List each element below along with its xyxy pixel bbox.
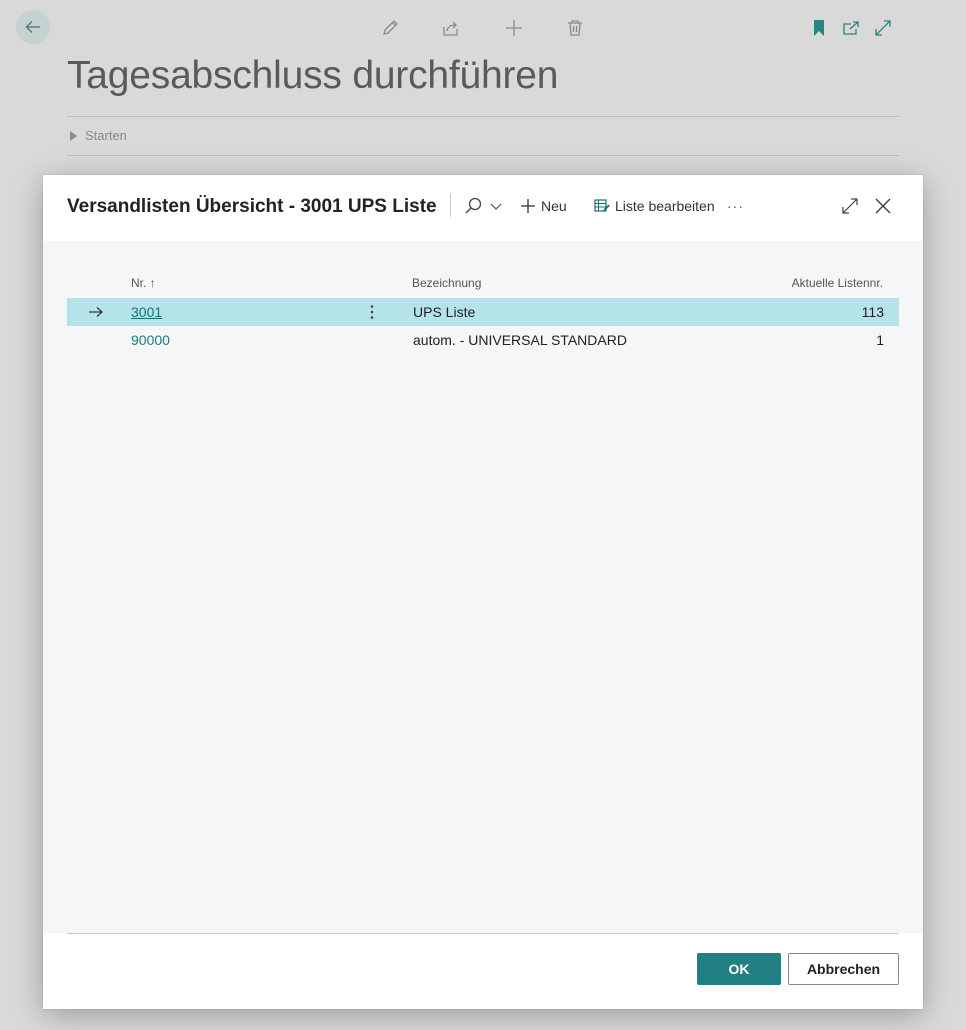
open-new-window-icon[interactable] — [841, 18, 861, 38]
divider — [67, 116, 899, 117]
arrow-right-icon — [89, 307, 103, 317]
edit-list-label: Liste bearbeiten — [615, 198, 715, 214]
cancel-button[interactable]: Abbrechen — [788, 953, 899, 985]
section-label: Starten — [85, 128, 127, 143]
sort-ascending-icon: ↑ — [149, 276, 156, 290]
table-row[interactable]: 3001 UPS Liste 113 — [67, 298, 899, 326]
row-description: UPS Liste — [413, 304, 476, 320]
search-icon — [465, 197, 482, 214]
row-nr-link[interactable]: 90000 — [131, 332, 170, 348]
row-current-list-no: 1 — [876, 332, 884, 348]
row-description: autom. - UNIVERSAL STANDARD — [413, 332, 627, 348]
search-button[interactable] — [464, 195, 503, 217]
back-button[interactable] — [16, 10, 50, 44]
close-icon — [875, 198, 891, 214]
expand-dialog-button[interactable] — [841, 195, 859, 217]
delete-icon[interactable] — [565, 18, 585, 38]
bookmark-icon[interactable] — [809, 18, 829, 38]
column-header-description[interactable]: Bezeichnung — [412, 276, 481, 290]
section-starten[interactable]: Starten — [70, 128, 127, 143]
column-header-nr[interactable]: Nr. ↑ — [131, 276, 156, 290]
more-icon: ··· — [727, 198, 744, 214]
new-button[interactable]: Neu — [520, 195, 567, 217]
triangle-right-icon — [70, 130, 77, 141]
header-separator — [450, 193, 451, 217]
close-button[interactable] — [873, 195, 893, 217]
footer-divider — [67, 933, 899, 934]
ok-button[interactable]: OK — [697, 953, 781, 985]
expand-icon[interactable] — [873, 18, 893, 38]
dialog-header: Versandlisten Übersicht - 3001 UPS Liste… — [43, 175, 923, 241]
add-icon[interactable] — [504, 18, 524, 38]
table-row[interactable]: 90000 autom. - UNIVERSAL STANDARD 1 — [67, 326, 899, 354]
lookup-dialog: Versandlisten Übersicht - 3001 UPS Liste… — [43, 175, 923, 1009]
edit-icon[interactable] — [380, 18, 400, 38]
dialog-footer: OK Abbrechen — [43, 933, 923, 1009]
chevron-down-icon — [490, 203, 502, 210]
page-title: Tagesabschluss durchführen — [67, 54, 559, 97]
column-header-nr-label: Nr. — [131, 276, 147, 290]
dialog-body: Nr. ↑ Bezeichnung Aktuelle Listennr. 300… — [43, 241, 923, 933]
column-header-current-list-no[interactable]: Aktuelle Listennr. — [683, 276, 883, 290]
more-options-button[interactable]: ··· — [727, 195, 744, 217]
edit-list-icon — [594, 199, 610, 212]
divider — [67, 155, 899, 156]
share-icon[interactable] — [441, 18, 461, 38]
edit-list-button[interactable]: Liste bearbeiten — [594, 195, 715, 217]
arrow-left-icon — [25, 20, 40, 34]
dialog-title: Versandlisten Übersicht - 3001 UPS Liste — [67, 196, 437, 217]
row-current-list-no: 113 — [861, 304, 884, 320]
new-button-label: Neu — [541, 198, 567, 214]
add-icon — [521, 199, 535, 213]
row-nr-link[interactable]: 3001 — [131, 304, 162, 320]
expand-icon — [842, 198, 858, 214]
more-vertical-icon[interactable] — [369, 304, 375, 320]
